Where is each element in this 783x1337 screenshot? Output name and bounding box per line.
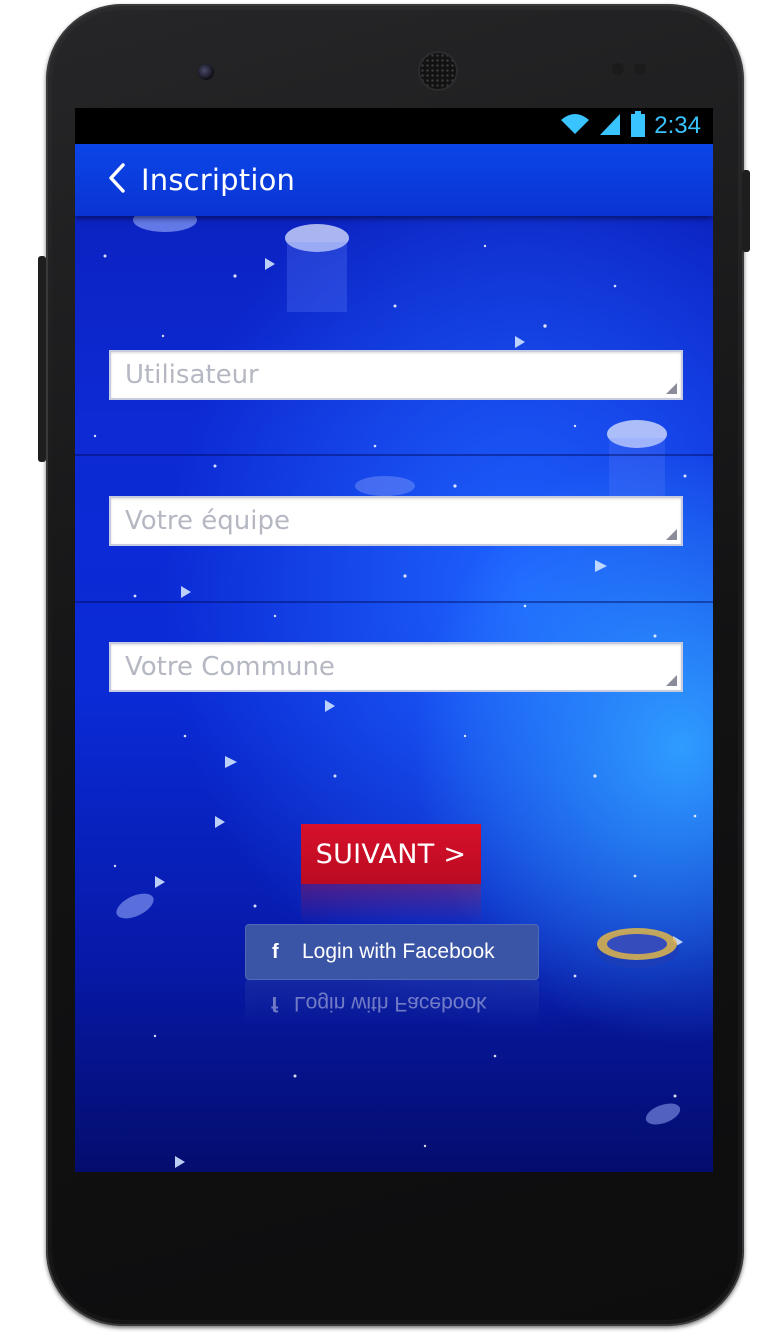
proximity-sensor [612, 63, 624, 75]
commune-input[interactable] [111, 644, 681, 690]
facebook-icon-reflection: f [271, 992, 278, 1015]
team-input[interactable] [111, 498, 681, 544]
app-bar: Inscription [75, 144, 713, 216]
resize-corner-icon [666, 529, 677, 540]
signal-icon [598, 112, 622, 141]
next-button[interactable]: SUIVANT > [301, 824, 481, 884]
app-screen: 2:34 Inscription SUIVANT > f Login with … [75, 108, 713, 1172]
facebook-label-reflection: Login with Facebook [294, 992, 487, 1015]
resize-corner-icon [666, 383, 677, 394]
team-field[interactable] [109, 496, 683, 546]
facebook-login-button[interactable]: f Login with Facebook [245, 924, 539, 980]
back-button[interactable] [105, 160, 129, 200]
battery-icon [630, 110, 646, 142]
front-camera [198, 64, 214, 80]
section-divider [75, 454, 713, 456]
facebook-icon: f [272, 940, 279, 963]
username-input[interactable] [111, 352, 681, 398]
resize-corner-icon [666, 675, 677, 686]
section-divider [75, 601, 713, 603]
username-field[interactable] [109, 350, 683, 400]
wifi-icon [560, 113, 590, 140]
chevron-left-icon [108, 162, 126, 198]
status-time: 2:34 [654, 112, 701, 139]
facebook-login-label: Login with Facebook [302, 940, 495, 963]
status-bar: 2:34 [75, 108, 713, 144]
volume-rocker [38, 256, 46, 462]
commune-field[interactable] [109, 642, 683, 692]
next-button-reflection [301, 884, 481, 924]
facebook-button-reflection: f Login with Facebook [245, 980, 539, 1026]
page-title: Inscription [141, 163, 296, 197]
earpiece-speaker [420, 53, 456, 89]
light-sensor [634, 63, 646, 75]
power-button [742, 170, 750, 252]
